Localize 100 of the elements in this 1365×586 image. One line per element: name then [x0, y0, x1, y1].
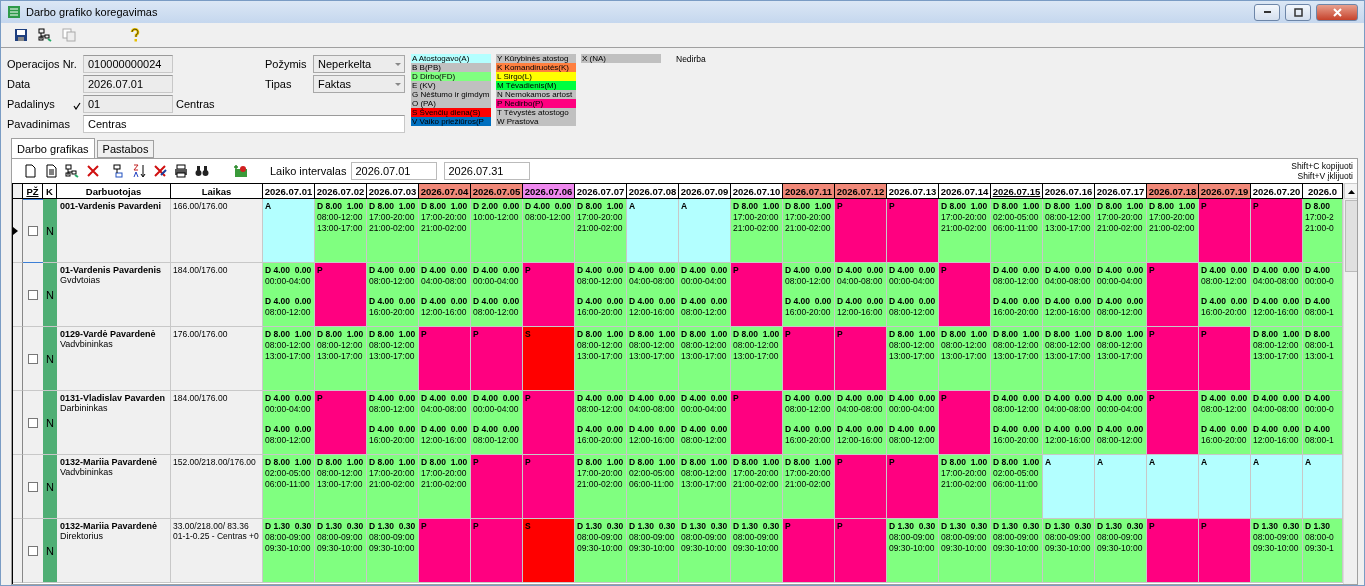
- schedule-cell[interactable]: D 4.00 0.00 08:00-12:00 D 4.00 0.00 16:00-20:00: [1199, 263, 1251, 327]
- schedule-cell[interactable]: D 1.30 0.30 08:00-09:00 09:30-10:00: [991, 519, 1043, 583]
- schedule-cell[interactable]: D 4.00 0.00 00:00-04:00 D 4.00 0.00 08:00-12:00: [1095, 263, 1147, 327]
- schedule-cell[interactable]: D 8.00 1.00 02:00-05:00 06:00-11:00: [627, 455, 679, 519]
- schedule-cell[interactable]: D 1.30 0.30 08:00-09:00 09:30-10:00: [731, 519, 783, 583]
- schedule-cell[interactable]: P: [1199, 519, 1251, 583]
- schedule-cell[interactable]: D 8.00 1.00 08:00-12:00 13:00-17:00: [939, 327, 991, 391]
- row-checkbox[interactable]: [28, 289, 38, 300]
- schedule-cell[interactable]: A: [1251, 455, 1303, 519]
- row-checkbox[interactable]: [28, 545, 38, 556]
- schedule-cell[interactable]: P: [835, 199, 887, 263]
- schedule-cell[interactable]: D 8.00 1.00 08:00-12:00 13:00-17:00: [1251, 327, 1303, 391]
- schedule-cell[interactable]: D 8.00 08:00-1 13:00-1: [1303, 327, 1343, 391]
- schedule-cell[interactable]: D 8.00 1.00 17:00-20:00 21:00-02:00: [419, 199, 471, 263]
- schedule-cell[interactable]: A: [1199, 455, 1251, 519]
- schedule-cell[interactable]: D 4.00 0.00 04:00-08:00 D 4.00 0.00 12:00-16:00: [835, 391, 887, 455]
- schedule-cell[interactable]: P: [783, 519, 835, 583]
- schedule-cell[interactable]: D 8.00 1.00 17:00-20:00 21:00-02:00: [783, 199, 835, 263]
- schedule-cell[interactable]: D 4.00 0.00 00:00-04:00 D 4.00 0.00 08:00-12:00: [679, 391, 731, 455]
- schedule-cell[interactable]: P: [939, 391, 991, 455]
- unit-code-field[interactable]: 01: [83, 95, 173, 113]
- schedule-cell[interactable]: S: [523, 519, 575, 583]
- schedule-cell[interactable]: D 8.00 1.00 17:00-20:00 21:00-02:00: [731, 199, 783, 263]
- schedule-cell[interactable]: D 1.30 0.30 08:00-09:00 09:30-10:00: [315, 519, 367, 583]
- minimize-button[interactable]: [1254, 3, 1280, 21]
- schedule-cell[interactable]: D 4.00 0.00 08:00-12:00 D 4.00 0.00 16:00-20:00: [783, 263, 835, 327]
- date-from-field[interactable]: 2026.07.01: [351, 162, 438, 180]
- schedule-cell[interactable]: D 8.00 1.00 08:00-12:00 13:00-17:00: [991, 327, 1043, 391]
- row-checkbox[interactable]: [28, 481, 38, 492]
- schedule-cell[interactable]: D 8.00 1.00 02:00-05:00 06:00-11:00: [263, 455, 315, 519]
- schedule-cell[interactable]: D 4.00 0.00 08:00-12:00 D 4.00 0.00 16:00-20:00: [367, 391, 419, 455]
- title-field[interactable]: Centras: [83, 115, 405, 133]
- schedule-cell[interactable]: D 4.00 0.00 00:00-04:00 D 4.00 0.00 08:00-12:00: [1095, 391, 1147, 455]
- schedule-cell[interactable]: D 8.00 1.00 17:00-20:00 21:00-02:00: [419, 455, 471, 519]
- schedule-cell[interactable]: P: [835, 327, 887, 391]
- schedule-cell[interactable]: A: [679, 199, 731, 263]
- schedule-cell[interactable]: D 8.00 1.00 17:00-20:00 21:00-02:00: [367, 199, 419, 263]
- schedule-cell[interactable]: D 8.00 1.00 08:00-12:00 13:00-17:00: [315, 327, 367, 391]
- schedule-cell[interactable]: D 4.00 0.00 04:00-08:00 D 4.00 0.00 12:00-16:00: [1251, 391, 1303, 455]
- row-checkbox[interactable]: [28, 417, 38, 428]
- schedule-cell[interactable]: D 4.00 0.00 08:00-12:00: [523, 199, 575, 263]
- schedule-cell[interactable]: D 4.00 00:00-0 D 4.00 08:00-1: [1303, 263, 1343, 327]
- schedule-cell[interactable]: D 8.00 1.00 17:00-20:00 21:00-02:00: [783, 455, 835, 519]
- schedule-cell[interactable]: D 4.00 0.00 04:00-08:00 D 4.00 0.00 12:00-16:00: [1251, 263, 1303, 327]
- schedule-cell[interactable]: D 8.00 1.00 02:00-05:00 06:00-11:00: [991, 199, 1043, 263]
- schedule-cell[interactable]: D 1.30 08:00-0 09:30-1: [1303, 519, 1343, 583]
- schedule-cell[interactable]: P: [1147, 327, 1199, 391]
- row-checkbox[interactable]: [28, 353, 38, 364]
- schedule-cell[interactable]: P: [939, 263, 991, 327]
- schedule-cell[interactable]: P: [887, 455, 939, 519]
- schedule-cell[interactable]: P: [523, 391, 575, 455]
- date-to-field[interactable]: 2026.07.31: [444, 162, 531, 180]
- schedule-cell[interactable]: D 1.30 0.30 08:00-09:00 09:30-10:00: [939, 519, 991, 583]
- scroll-thumb[interactable]: [1345, 200, 1357, 272]
- schedule-cell[interactable]: P: [471, 455, 523, 519]
- schedule-cell[interactable]: P: [731, 391, 783, 455]
- schedule-cell[interactable]: D 4.00 0.00 08:00-12:00 D 4.00 0.00 16:00-20:00: [991, 263, 1043, 327]
- schedule-cell[interactable]: D 1.30 0.30 08:00-09:00 09:30-10:00: [627, 519, 679, 583]
- schedule-cell[interactable]: D 8.00 1.00 17:00-20:00 21:00-02:00: [1095, 199, 1147, 263]
- schedule-cell[interactable]: D 8.00 1.00 08:00-12:00 13:00-17:00: [263, 327, 315, 391]
- schedule-cell[interactable]: D 4.00 0.00 08:00-12:00 D 4.00 0.00 16:00-20:00: [575, 263, 627, 327]
- schedule-cell[interactable]: P: [315, 263, 367, 327]
- schedule-cell[interactable]: D 1.30 0.30 08:00-09:00 09:30-10:00: [1095, 519, 1147, 583]
- schedule-cell[interactable]: D 8.00 17:00-2 21:00-0: [1303, 199, 1343, 263]
- schedule-cell[interactable]: P: [523, 263, 575, 327]
- schedule-cell[interactable]: A: [1303, 455, 1343, 519]
- schedule-cell[interactable]: D 4.00 00:00-0 D 4.00 08:00-1: [1303, 391, 1343, 455]
- tab[interactable]: Pastabos: [96, 140, 155, 158]
- schedule-cell[interactable]: D 8.00 1.00 08:00-12:00 13:00-17:00: [1095, 327, 1147, 391]
- schedule-cell[interactable]: P: [419, 327, 471, 391]
- schedule-cell[interactable]: D 4.00 0.00 00:00-04:00 D 4.00 0.00 08:00-12:00: [471, 391, 523, 455]
- schedule-cell[interactable]: D 1.30 0.30 08:00-09:00 09:30-10:00: [679, 519, 731, 583]
- schedule-cell[interactable]: D 8.00 1.00 08:00-12:00 13:00-17:00: [367, 327, 419, 391]
- schedule-cell[interactable]: D 1.30 0.30 08:00-09:00 09:30-10:00: [575, 519, 627, 583]
- schedule-cell[interactable]: D 1.30 0.30 08:00-09:00 09:30-10:00: [887, 519, 939, 583]
- schedule-cell[interactable]: D 4.00 0.00 04:00-08:00 D 4.00 0.00 12:00-16:00: [627, 391, 679, 455]
- schedule-cell[interactable]: D 4.00 0.00 08:00-12:00 D 4.00 0.00 16:00-20:00: [991, 391, 1043, 455]
- schedule-cell[interactable]: D 1.30 0.30 08:00-09:00 09:30-10:00: [1251, 519, 1303, 583]
- schedule-cell[interactable]: D 8.00 1.00 08:00-12:00 13:00-17:00: [679, 327, 731, 391]
- schedule-cell[interactable]: D 4.00 0.00 00:00-04:00 D 4.00 0.00 08:00-12:00: [887, 391, 939, 455]
- schedule-cell[interactable]: D 4.00 0.00 08:00-12:00 D 4.00 0.00 16:00-20:00: [575, 391, 627, 455]
- schedule-cell[interactable]: P: [1199, 327, 1251, 391]
- schedule-cell[interactable]: D 1.30 0.30 08:00-09:00 09:30-10:00: [367, 519, 419, 583]
- schedule-cell[interactable]: D 4.00 0.00 04:00-08:00 D 4.00 0.00 12:00-16:00: [835, 263, 887, 327]
- schedule-cell[interactable]: D 4.00 0.00 04:00-08:00 D 4.00 0.00 12:00-16:00: [1043, 391, 1095, 455]
- schedule-cell[interactable]: P: [783, 327, 835, 391]
- schedule-cell[interactable]: P: [1251, 199, 1303, 263]
- schedule-cell[interactable]: A: [1147, 455, 1199, 519]
- schedule-cell[interactable]: A: [1043, 455, 1095, 519]
- schedule-cell[interactable]: P: [1147, 519, 1199, 583]
- schedule-cell[interactable]: D 2.00 0.00 10:00-12:00: [471, 199, 523, 263]
- schedule-cell[interactable]: D 8.00 1.00 17:00-20:00 21:00-02:00: [575, 199, 627, 263]
- schedule-cell[interactable]: P: [835, 455, 887, 519]
- schedule-cell[interactable]: D 4.00 0.00 00:00-04:00 D 4.00 0.00 08:00-12:00: [263, 391, 315, 455]
- schedule-cell[interactable]: D 1.30 0.30 08:00-09:00 09:30-10:00: [1043, 519, 1095, 583]
- schedule-cell[interactable]: P: [731, 263, 783, 327]
- schedule-cell[interactable]: D 1.30 0.30 08:00-09:00 09:30-10:00: [263, 519, 315, 583]
- schedule-cell[interactable]: D 8.00 1.00 08:00-12:00 13:00-17:00: [315, 455, 367, 519]
- schedule-cell[interactable]: D 8.00 1.00 08:00-12:00 13:00-17:00: [627, 327, 679, 391]
- schedule-cell[interactable]: D 8.00 1.00 08:00-12:00 13:00-17:00: [679, 455, 731, 519]
